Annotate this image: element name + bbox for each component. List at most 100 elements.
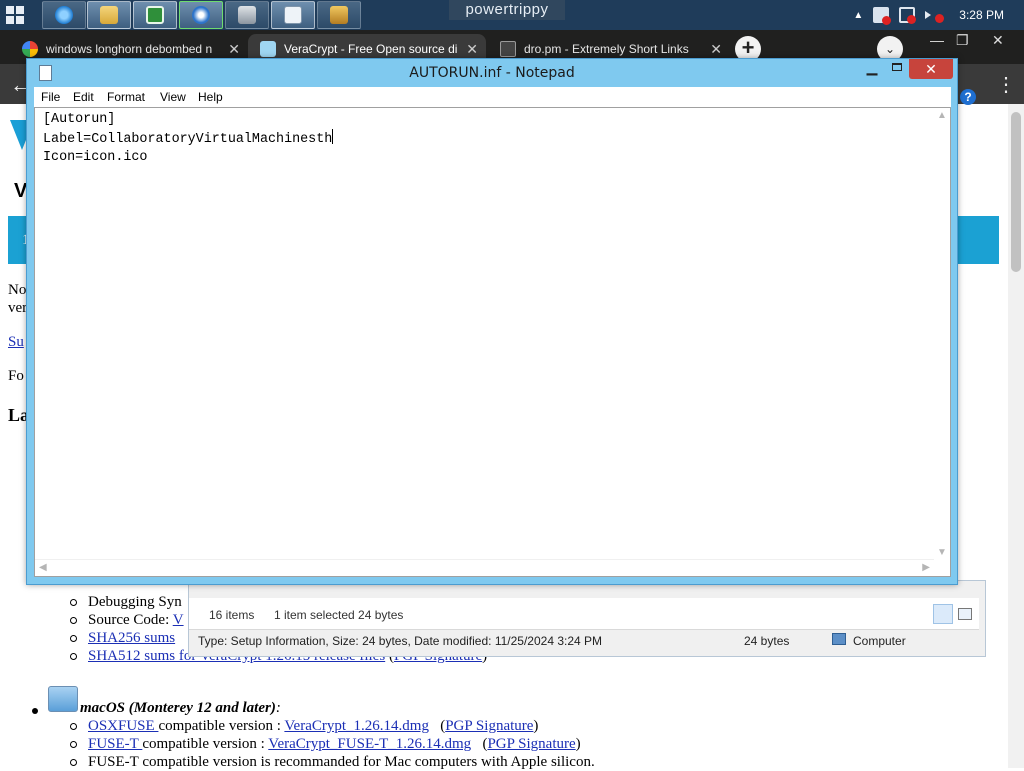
text-line: [Autorun] xyxy=(43,112,116,127)
network-error-icon[interactable] xyxy=(873,7,892,25)
app-icon xyxy=(330,6,348,24)
tab-title: windows longhorn debombed n xyxy=(46,42,213,56)
file-details: Type: Setup Information, Size: 24 bytes,… xyxy=(198,634,603,648)
list-item: FUSE-T compatible version : VeraCrypt_FU… xyxy=(88,736,581,752)
taskbar-app-button[interactable] xyxy=(317,1,361,29)
taskbar-printer-button[interactable] xyxy=(225,1,269,29)
intro-paragraph-fragment: ver xyxy=(8,300,28,316)
macos-note: FUSE-T compatible version is recommanded… xyxy=(88,754,595,770)
editor-content[interactable]: [Autorun] Label=CollaboratoryVirtualMach… xyxy=(43,111,334,167)
osxfuse-link[interactable]: OSXFUSE xyxy=(88,718,158,734)
explorer-status-bar: 16 items 1 item selected 24 bytes xyxy=(189,598,979,630)
horizontal-scrollbar[interactable]: ◀ ▶ xyxy=(35,559,934,576)
browser-menu-icon[interactable]: ⋮ xyxy=(996,72,1016,97)
macos-heading: macOS (Monterey 12 and later): xyxy=(80,700,281,717)
list-bullet xyxy=(70,723,77,730)
download-link[interactable]: VeraCrypt_1.26.14.dmg xyxy=(284,718,429,734)
fuse-t-link[interactable]: FUSE-T xyxy=(88,736,142,752)
browser-minimize-button[interactable]: — xyxy=(930,32,944,48)
text-editor[interactable]: [Autorun] Label=CollaboratoryVirtualMach… xyxy=(34,107,951,577)
menu-file[interactable]: File xyxy=(41,90,60,104)
taskbar-file-explorer-button[interactable] xyxy=(87,1,131,29)
system-tray: ▲ 3:28 PM xyxy=(853,0,1024,30)
close-tab-icon[interactable]: ✕ xyxy=(466,41,478,58)
macos-colon: : xyxy=(275,700,281,716)
source-code-label: Source Code: xyxy=(88,612,173,628)
start-icon[interactable] xyxy=(6,6,24,24)
tab-title: VeraCrypt - Free Open source di xyxy=(284,42,458,56)
text-line: Icon=icon.ico xyxy=(43,150,148,165)
list-item: OSXFUSE compatible version : VeraCrypt_1… xyxy=(88,718,539,734)
internet-explorer-icon xyxy=(55,6,73,24)
location: Computer xyxy=(853,634,906,648)
taskbar-spreadsheet-button[interactable] xyxy=(133,1,177,29)
terminal-icon xyxy=(500,41,516,57)
taskbar-notepad-button[interactable] xyxy=(271,1,315,29)
file-size: 24 bytes xyxy=(744,634,790,648)
list-bullet xyxy=(70,617,77,624)
menu-view[interactable]: View xyxy=(160,90,186,104)
paragraph-fragment: Fo xyxy=(8,368,24,384)
file-explorer-window: 16 items 1 item selected 24 bytes Type: … xyxy=(188,580,986,657)
tray-expand-icon[interactable]: ▲ xyxy=(853,10,863,21)
maximize-icon xyxy=(892,63,902,71)
items-count: 16 items xyxy=(209,608,255,622)
notepad-window: AUTORUN.inf - Notepad ▁ ✕ File Edit Form… xyxy=(26,58,958,585)
pgp-signature-link[interactable]: PGP Signature xyxy=(487,736,575,752)
scroll-left-icon[interactable]: ◀ xyxy=(39,562,47,573)
source-code-link[interactable]: V xyxy=(173,612,184,628)
vertical-scrollbar[interactable]: ▲ ▼ xyxy=(934,108,950,560)
veracrypt-icon xyxy=(260,41,276,57)
spreadsheet-icon xyxy=(146,6,164,24)
notepad-icon xyxy=(284,6,302,24)
taskbar-internet-explorer-button[interactable] xyxy=(42,1,86,29)
window-title: AUTORUN.inf - Notepad xyxy=(409,65,575,81)
help-icon[interactable]: ? xyxy=(960,89,976,105)
close-button[interactable]: ✕ xyxy=(909,59,953,79)
list-bullet xyxy=(32,708,38,714)
list-bullet xyxy=(70,741,77,748)
scroll-right-icon[interactable]: ▶ xyxy=(922,562,930,573)
taskbar-media-player-button[interactable] xyxy=(179,1,223,29)
pgp-signature-link[interactable]: PGP Signature xyxy=(445,718,533,734)
page-scrollbar-thumb[interactable] xyxy=(1011,112,1021,272)
taskbar-clock[interactable]: 3:28 PM xyxy=(959,8,1004,22)
computer-icon xyxy=(832,633,846,645)
text-caret xyxy=(332,129,334,144)
media-player-icon xyxy=(192,6,210,24)
list-bullet xyxy=(70,653,77,660)
scroll-down-icon[interactable]: ▼ xyxy=(937,547,947,558)
list-bullet xyxy=(70,635,77,642)
close-tab-icon[interactable]: ✕ xyxy=(228,41,240,58)
sha256-link[interactable]: SHA256 sums xyxy=(88,630,175,647)
download-link[interactable]: VeraCrypt_FUSE-T_1.26.14.dmg xyxy=(268,736,471,752)
menu-bar: File Edit Format View Help xyxy=(34,87,951,107)
browser-restore-button[interactable]: ❐ xyxy=(956,32,969,49)
macos-title: macOS (Monterey 12 and later) xyxy=(80,700,276,716)
tab-title: dro.pm - Extremely Short Links xyxy=(524,42,689,56)
folder-icon xyxy=(100,6,118,24)
scroll-up-icon[interactable]: ▲ xyxy=(937,110,947,121)
action-center-icon[interactable] xyxy=(899,7,917,24)
text-line: Label=CollaboratoryVirtualMachinesth xyxy=(43,132,333,147)
debugging-symbols-text: Debugging Syn xyxy=(88,594,182,610)
explorer-details-bar: Type: Setup Information, Size: 24 bytes,… xyxy=(189,629,979,651)
support-link[interactable]: Su xyxy=(8,334,24,351)
item-text: compatible version : xyxy=(158,718,285,734)
maximize-button[interactable] xyxy=(885,59,909,79)
volume-muted-icon[interactable] xyxy=(925,11,945,23)
item-text: compatible version : xyxy=(142,736,269,752)
details-view-icon[interactable] xyxy=(933,604,953,624)
macos-logo-icon xyxy=(48,686,78,712)
minimize-button[interactable]: ▁ xyxy=(859,59,885,79)
close-tab-icon[interactable]: ✕ xyxy=(710,41,722,58)
selection-info: 1 item selected 24 bytes xyxy=(274,608,404,622)
menu-help[interactable]: Help xyxy=(198,90,223,104)
browser-close-button[interactable]: ✕ xyxy=(992,32,1004,49)
menu-edit[interactable]: Edit xyxy=(73,90,94,104)
large-icons-view-icon[interactable] xyxy=(958,608,972,620)
list-bullet xyxy=(70,599,77,606)
list-bullet xyxy=(70,759,77,766)
menu-format[interactable]: Format xyxy=(107,90,145,104)
printer-icon xyxy=(238,6,256,24)
